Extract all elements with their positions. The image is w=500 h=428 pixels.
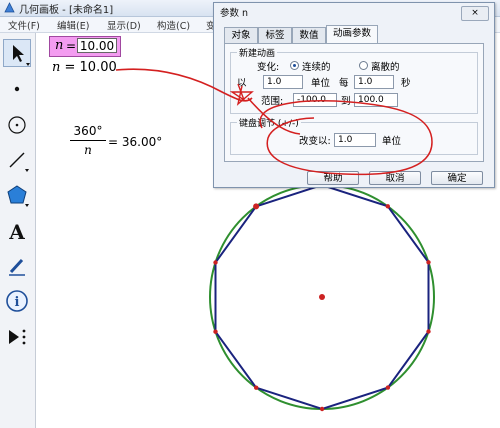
- rate-prefix: 以: [237, 78, 247, 89]
- every-label: 每: [339, 78, 349, 89]
- help-button[interactable]: 帮助: [307, 171, 359, 185]
- change-label: 变化:: [257, 62, 280, 73]
- tab-object[interactable]: 对象: [224, 27, 258, 43]
- circle-icon: [8, 116, 26, 134]
- change-by-input[interactable]: 1.0: [334, 133, 376, 147]
- menu-edit[interactable]: 编辑(E): [57, 18, 89, 32]
- continuous-radio[interactable]: [290, 61, 299, 70]
- svg-text:A: A: [8, 220, 25, 244]
- close-button[interactable]: ×: [461, 6, 489, 21]
- information-tool[interactable]: i: [3, 287, 31, 315]
- parameter-n[interactable]: n = 10.00: [49, 36, 121, 57]
- window-title: 几何画板 - [未命名1]: [19, 5, 114, 16]
- calculation-result: = 36.00°: [108, 135, 163, 149]
- close-icon: ×: [471, 8, 479, 18]
- tab-value[interactable]: 数值: [292, 27, 326, 43]
- text-icon: A: [8, 220, 25, 244]
- straightedge-tool[interactable]: [3, 146, 31, 174]
- animation-panel: 新建动画 变化: 连续的 离散的 以 1.0 单位 每 1.0 秒 范围: -1…: [224, 43, 484, 162]
- tab-label[interactable]: 标签: [258, 27, 292, 43]
- ok-button[interactable]: 确定: [431, 171, 483, 185]
- menu-construct[interactable]: 构造(C): [157, 18, 190, 32]
- text-tool[interactable]: A: [3, 217, 31, 245]
- range-from-input[interactable]: -100.0: [293, 93, 337, 107]
- point-tool[interactable]: [3, 75, 31, 103]
- change-by-unit-label: 单位: [382, 136, 402, 147]
- toolbox: A i: [0, 33, 36, 428]
- range-to-input[interactable]: 100.0: [354, 93, 398, 107]
- parameter-name: n: [55, 38, 64, 53]
- second-label: 秒: [401, 78, 411, 89]
- marker-icon: [9, 258, 25, 276]
- compass-tool[interactable]: [3, 111, 31, 139]
- parameter-value[interactable]: 10.00: [77, 38, 117, 53]
- polygon-icon: [7, 185, 29, 207]
- fraction: 360° n: [70, 124, 106, 157]
- info-icon: i: [6, 290, 28, 312]
- marker-tool[interactable]: [3, 252, 31, 280]
- arrow-icon: [13, 45, 30, 66]
- custom-tool[interactable]: [3, 323, 31, 351]
- continuous-label: 连续的: [302, 62, 331, 73]
- range-label: 范围:: [261, 96, 284, 107]
- fraction-numerator: 360°: [70, 124, 106, 141]
- dialog-title: 参数 n: [220, 8, 249, 19]
- new-animation-group: 新建动画 变化: 连续的 离散的 以 1.0 单位 每 1.0 秒 范围: -1…: [230, 46, 478, 114]
- tab-animation[interactable]: 动画参数: [326, 25, 378, 44]
- every-input[interactable]: 1.0: [354, 75, 394, 89]
- keyboard-adjust-title: 键盘调节 (+/-): [237, 116, 301, 129]
- rate-unit-label: 单位: [311, 78, 331, 89]
- new-animation-title: 新建动画: [237, 46, 278, 59]
- custom-tool-icon: [9, 329, 26, 345]
- range-to-label: 到: [341, 96, 351, 107]
- selection-arrow-tool[interactable]: [3, 39, 31, 67]
- fraction-denominator: n: [84, 143, 92, 157]
- polygon-tool[interactable]: [3, 181, 31, 209]
- app-icon: [4, 2, 15, 13]
- menu-file[interactable]: 文件(F): [8, 18, 40, 32]
- parameter-equals: =: [66, 39, 77, 53]
- cancel-button[interactable]: 取消: [369, 171, 421, 185]
- rate-input[interactable]: 1.0: [263, 75, 303, 89]
- menu-display[interactable]: 显示(D): [107, 18, 141, 32]
- change-by-label: 改变以:: [299, 136, 331, 147]
- segment-icon: [9, 152, 29, 172]
- svg-text:i: i: [15, 295, 20, 310]
- discrete-label: 离散的: [371, 62, 400, 73]
- discrete-radio[interactable]: [359, 61, 368, 70]
- measurement-text: = 10.00: [60, 60, 117, 75]
- point-icon: [14, 86, 20, 92]
- measurement-n[interactable]: n = 10.00: [52, 60, 117, 75]
- parameter-properties-dialog: 参数 n × 对象 标签 数值 动画参数 新建动画 变化: 连续的 离散的 以 …: [213, 2, 495, 188]
- keyboard-adjust-group: 键盘调节 (+/-) 改变以: 1.0 单位: [230, 116, 478, 155]
